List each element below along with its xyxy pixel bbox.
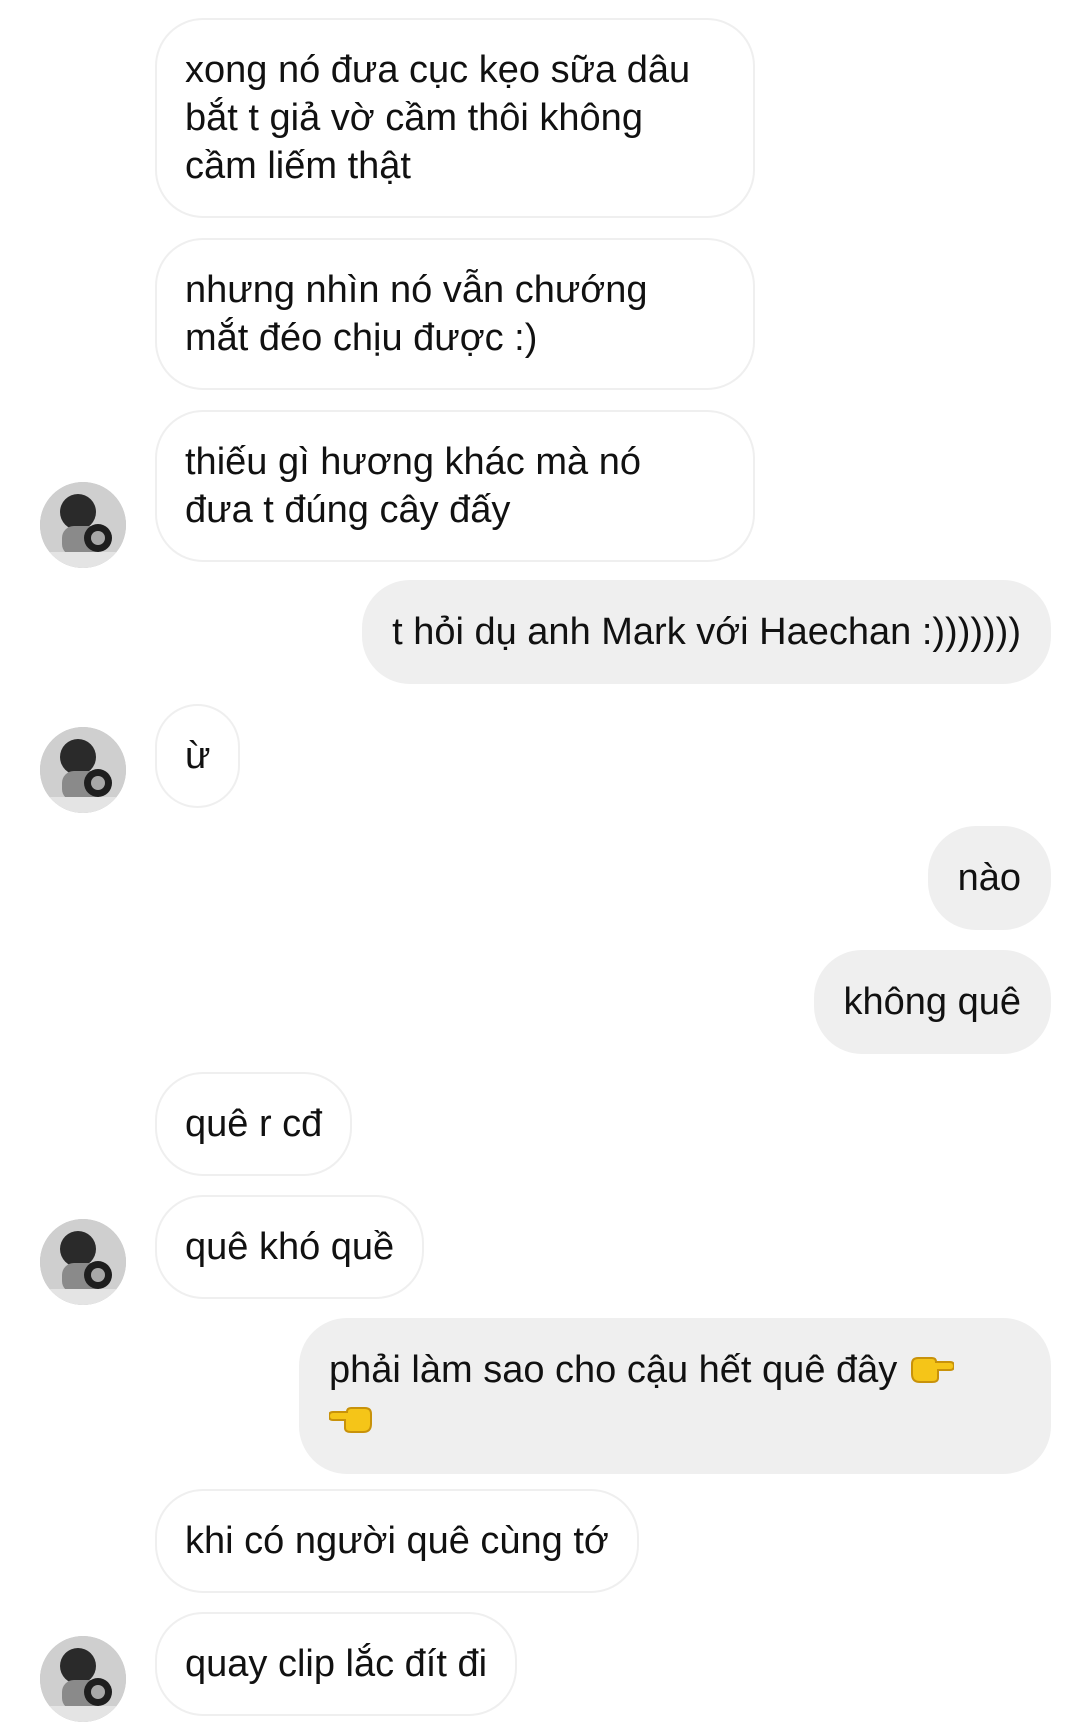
avatar-photo-icon (40, 482, 126, 568)
contact-avatar[interactable] (40, 482, 126, 568)
contact-avatar[interactable] (40, 727, 126, 813)
message-bubble-outgoing[interactable]: nào (927, 826, 1051, 930)
contact-avatar[interactable] (40, 1219, 126, 1305)
avatar-photo-icon (40, 727, 126, 813)
message-bubble-incoming[interactable]: xong nó đưa cục kẹo sữa dâu bắt t giả vờ… (155, 18, 755, 218)
backhand-index-pointing-right-icon (908, 1348, 955, 1396)
message-bubble-incoming[interactable]: khi có người quê cùng tớ (155, 1489, 639, 1593)
contact-avatar[interactable] (40, 1636, 126, 1722)
message-bubble-incoming[interactable]: quê r cđ (155, 1072, 353, 1176)
message-bubble-incoming[interactable]: ừ (155, 704, 241, 808)
backhand-index-pointing-left-icon (327, 1398, 375, 1446)
message-bubble-incoming[interactable]: quay clip lắc đít đi (155, 1612, 518, 1716)
message-bubble-incoming[interactable]: thiếu gì hương khác mà nó đưa t đúng cây… (155, 410, 755, 562)
message-bubble-incoming[interactable]: nhưng nhìn nó vẫn chướng mắt đéo chịu đư… (155, 238, 755, 390)
message-bubble-outgoing[interactable]: t hỏi dụ anh Mark với Haechan :))))))) (362, 580, 1051, 684)
message-bubble-outgoing[interactable]: không quê (813, 950, 1051, 1054)
message-text: phải làm sao cho cậu hết quê đây (329, 1349, 898, 1391)
message-bubble-outgoing[interactable]: phải làm sao cho cậu hết quê đây (299, 1318, 1051, 1474)
avatar-photo-icon (40, 1219, 126, 1305)
message-bubble-incoming[interactable]: quê khó quề (155, 1195, 425, 1299)
avatar-photo-icon (40, 1636, 126, 1722)
